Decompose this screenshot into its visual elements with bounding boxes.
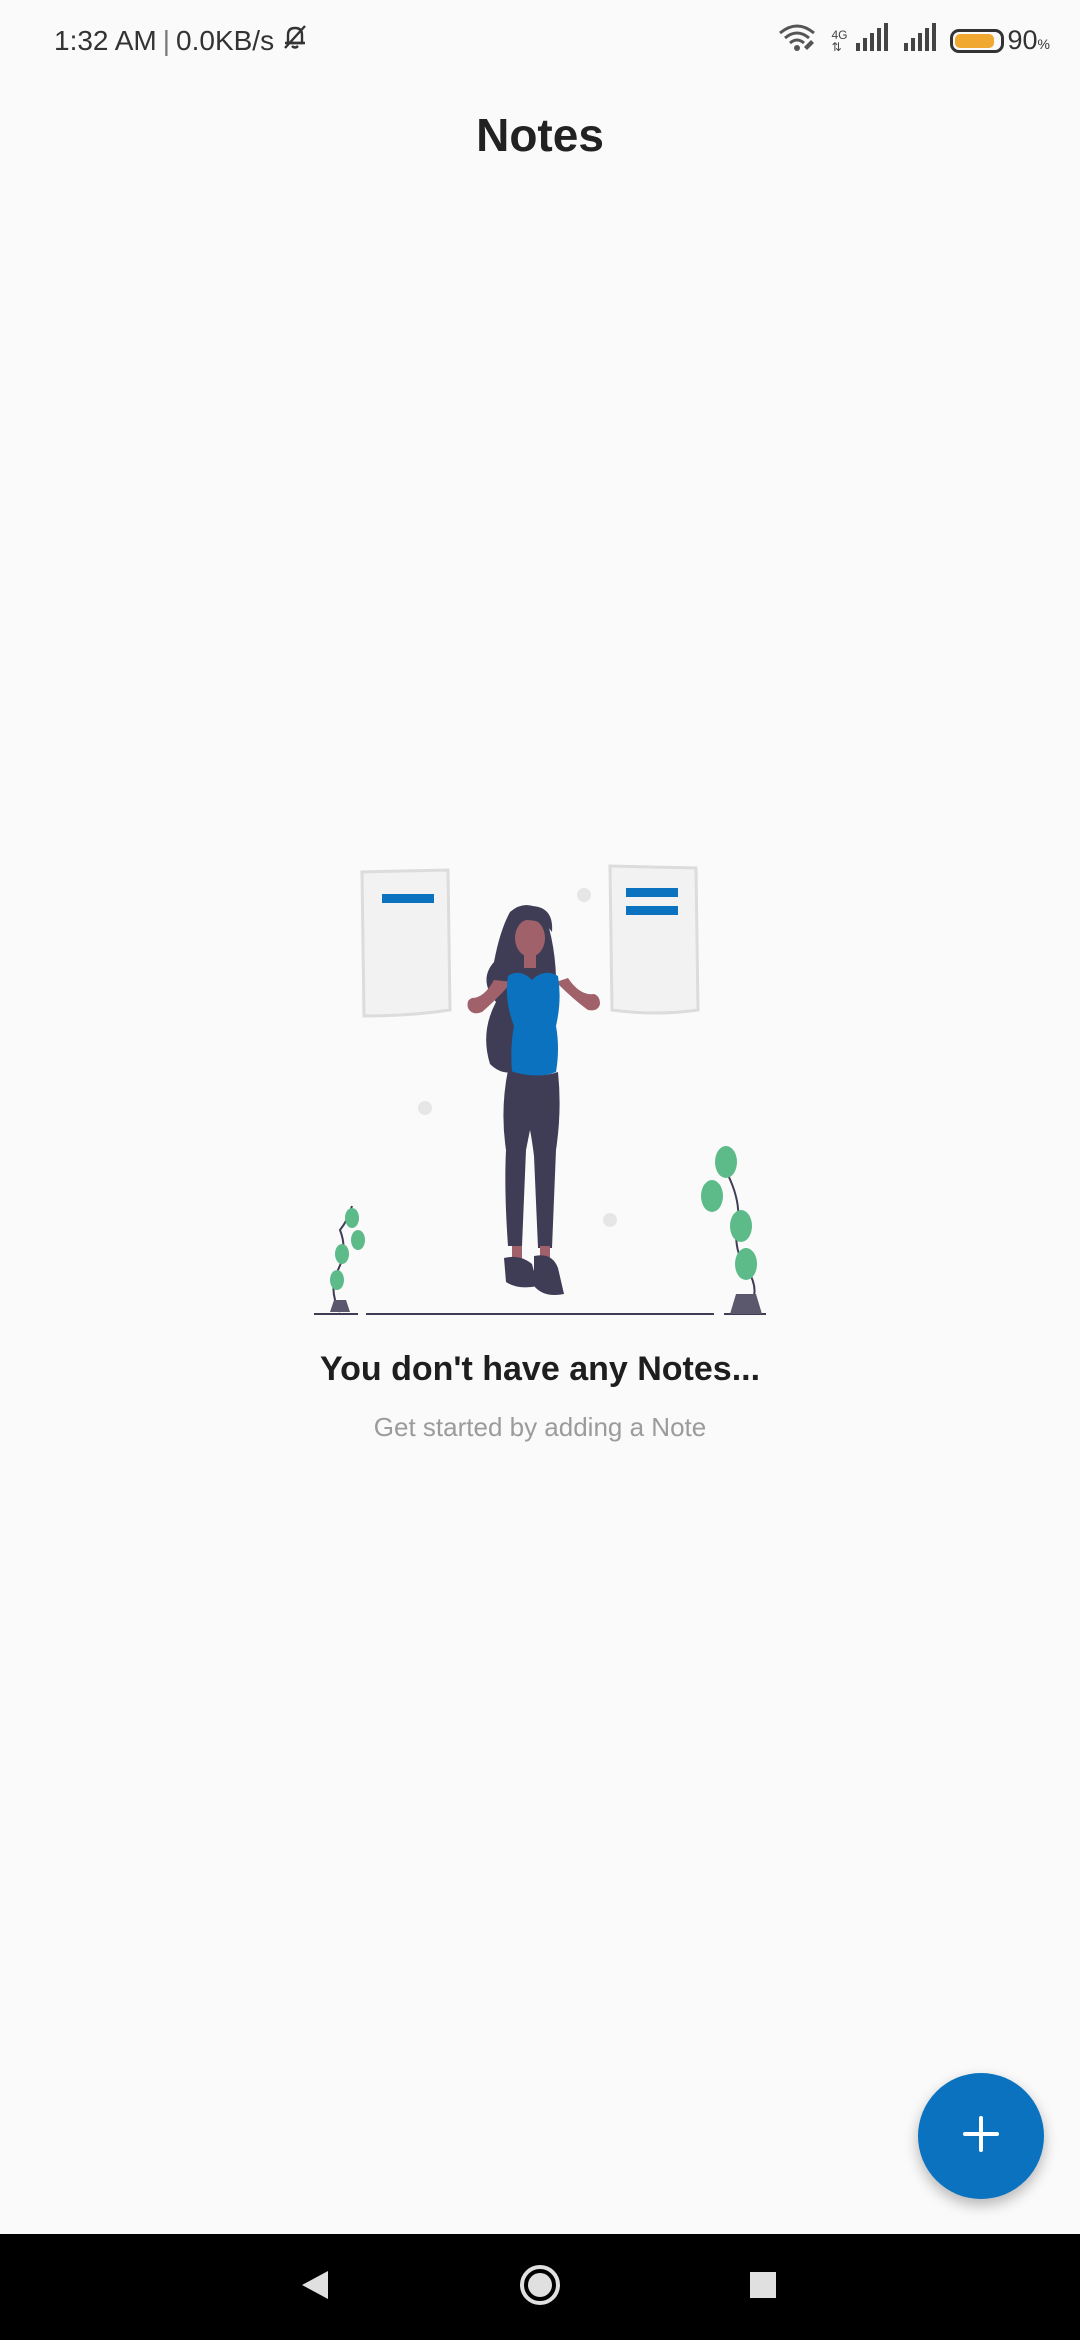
screen: 1:32 AM | 0.0KB/s 4G ⇅ 90% Notes You don…	[0, 0, 1080, 2340]
add-note-button[interactable]	[918, 2073, 1044, 2199]
signal-icon-sim1	[854, 23, 888, 58]
signal-icon-sim2	[902, 23, 936, 58]
system-nav-bar	[0, 2234, 1080, 2340]
data-arrows-icon: ⇅	[831, 39, 842, 54]
empty-notes-illustration	[300, 850, 780, 1330]
battery-level: 90	[1007, 25, 1038, 55]
battery-fill	[954, 33, 995, 48]
status-left: 1:32 AM | 0.0KB/s	[54, 22, 310, 59]
battery-indicator: 90%	[949, 25, 1051, 56]
back-button[interactable]	[290, 2262, 340, 2312]
status-separator: |	[162, 24, 171, 56]
battery-percent: 90%	[1008, 25, 1051, 56]
network-type-label: 4G	[831, 27, 848, 42]
home-button[interactable]	[515, 2262, 565, 2312]
network-type: 4G ⇅	[831, 29, 847, 53]
status-right: 4G ⇅ 90%	[777, 22, 1050, 59]
mute-notifications-icon	[280, 22, 310, 59]
empty-state-title: You don't have any Notes...	[319, 1350, 761, 1388]
recents-button[interactable]	[738, 2262, 788, 2312]
page-title: Notes	[476, 109, 604, 161]
plus-icon	[961, 2114, 1001, 2159]
wifi-icon	[777, 22, 817, 59]
status-bar: 1:32 AM | 0.0KB/s 4G ⇅ 90%	[0, 0, 1080, 80]
home-icon	[518, 2263, 562, 2312]
status-time: 1:32 AM	[54, 24, 157, 56]
empty-state-subtitle: Get started by adding a Note	[373, 1412, 707, 1442]
status-net-speed: 0.0KB/s	[176, 24, 275, 56]
battery-unit: %	[1037, 36, 1050, 52]
battery-icon	[949, 28, 1004, 53]
recents-icon	[748, 2270, 778, 2305]
back-icon	[300, 2269, 330, 2306]
